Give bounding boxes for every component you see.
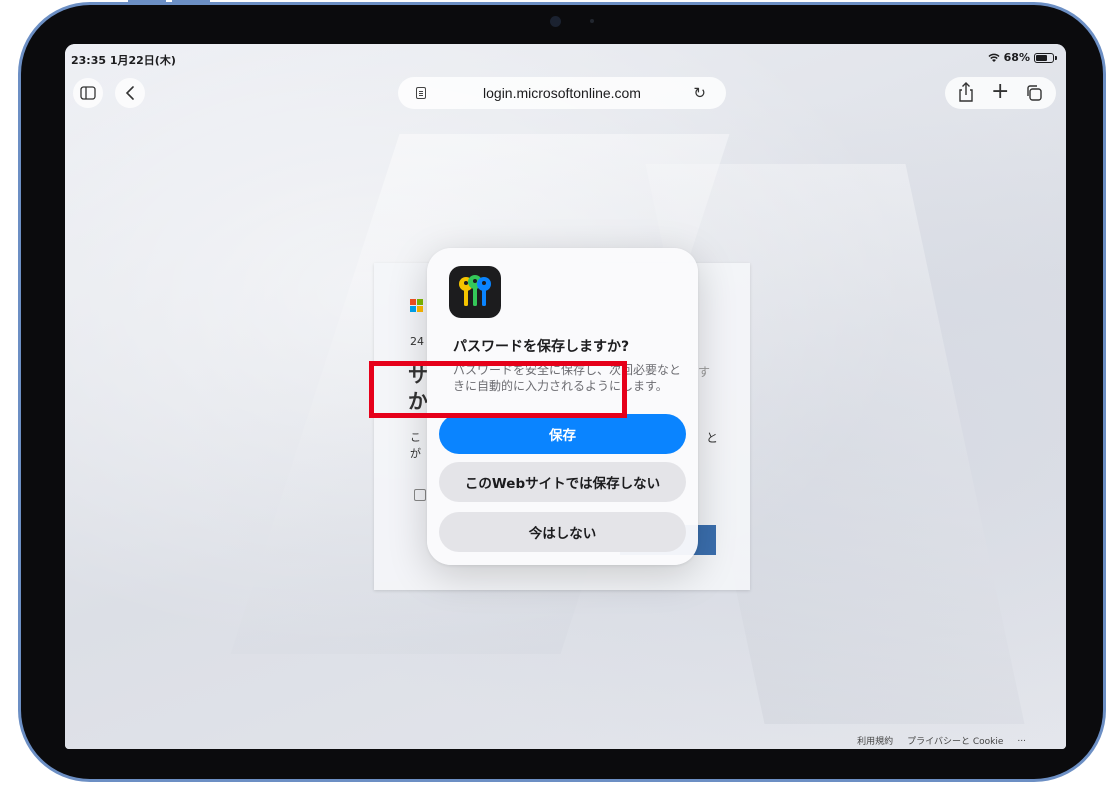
stay-signed-in-checkbox[interactable] xyxy=(414,489,426,501)
reload-icon[interactable]: ↻ xyxy=(693,84,706,102)
page-footer: 利用規約 プライバシーと Cookie ... xyxy=(857,734,1026,747)
camera-sensor xyxy=(590,19,594,23)
bg-heading-line1: サ xyxy=(408,363,428,387)
address-bar[interactable]: login.microsoftonline.com ↻ xyxy=(398,77,726,109)
more-link[interactable]: ... xyxy=(1017,734,1026,747)
save-password-dialog: パスワードを保存しますか? パスワードを安全に保存し、次回必要なときに自動的に入… xyxy=(427,248,698,565)
battery-percent: 68% xyxy=(1003,51,1030,64)
front-camera xyxy=(550,16,561,27)
bg-body-right: と xyxy=(706,431,719,445)
bg-body-line1: こ xyxy=(410,431,421,444)
keys-icon xyxy=(459,275,491,306)
bg-heading-line2: か xyxy=(408,389,428,413)
status-time: 23:35 1月22日(木) xyxy=(71,54,176,67)
chevron-left-icon xyxy=(125,86,134,100)
tabs-overview-icon[interactable] xyxy=(1025,84,1043,102)
bg-account-text: 24 xyxy=(410,335,424,348)
sidebar-button[interactable] xyxy=(73,78,103,108)
screen: 23:35 1月22日(木) 68% login.microsoftonline… xyxy=(65,44,1066,749)
not-now-button[interactable]: 今はしない xyxy=(439,512,686,552)
dialog-message: パスワードを安全に保存し、次回必要なときに自動的に入力されるようにします。 xyxy=(453,363,682,393)
dialog-title: パスワードを保存しますか? xyxy=(453,339,630,355)
bg-heading-snippet: す xyxy=(698,365,711,379)
battery-icon xyxy=(1034,52,1057,63)
toolbar-actions: + xyxy=(945,77,1056,109)
never-save-for-site-button[interactable]: このWebサイトでは保存しない xyxy=(439,462,686,502)
sidebar-icon xyxy=(80,86,96,100)
url-text[interactable]: login.microsoftonline.com xyxy=(483,85,641,101)
wifi-icon xyxy=(988,53,1000,62)
status-bar: 23:35 1月22日(木) 68% xyxy=(65,44,1066,74)
bg-body-line2: が xyxy=(410,447,421,460)
page-menu-icon[interactable] xyxy=(416,87,426,99)
microsoft-logo-icon xyxy=(410,299,424,313)
status-right: 68% xyxy=(988,51,1057,64)
privacy-link[interactable]: プライバシーと Cookie xyxy=(907,734,1003,747)
save-button[interactable]: 保存 xyxy=(439,414,686,454)
volume-button xyxy=(128,0,166,3)
new-tab-icon[interactable]: + xyxy=(991,79,1009,105)
share-icon[interactable] xyxy=(957,81,975,103)
passwords-app-icon xyxy=(449,266,501,318)
back-button[interactable] xyxy=(115,78,145,108)
terms-link[interactable]: 利用規約 xyxy=(857,734,893,747)
volume-button xyxy=(172,0,210,3)
